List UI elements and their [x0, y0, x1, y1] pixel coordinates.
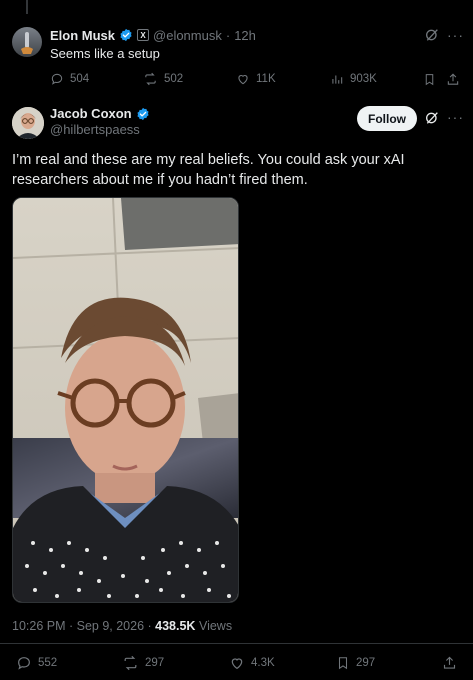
reply-button[interactable]: 552 [16, 655, 57, 671]
comment-icon [18, 657, 30, 670]
verified-badge-icon [120, 28, 132, 42]
avatar-elon[interactable] [12, 27, 42, 57]
views-button[interactable]: 903K [330, 72, 377, 86]
like-button[interactable]: 11K [236, 72, 276, 86]
more-options-icon[interactable]: ··· [447, 27, 464, 43]
repost-count: 297 [145, 657, 165, 669]
repost-button[interactable]: 297 [122, 655, 164, 671]
heart-icon [231, 658, 243, 670]
repost-icon [124, 655, 137, 671]
main-handle[interactable]: @hilbertspaess [50, 122, 140, 137]
bookmark-icon [338, 657, 348, 670]
reply-author-name[interactable]: Elon Musk [50, 28, 115, 43]
bookmark-count: 297 [356, 657, 376, 669]
views-total: 438.5K [155, 619, 196, 633]
bookmark-icon[interactable] [423, 72, 436, 92]
reply-time[interactable]: 12h [234, 28, 256, 43]
grok-icon[interactable] [424, 27, 440, 48]
grok-icon[interactable] [424, 110, 440, 131]
reply-handle[interactable]: @elonmusk [153, 28, 222, 43]
like-count: 11K [256, 73, 276, 85]
bookmark-button[interactable]: 297 [336, 655, 375, 671]
x-affiliate-badge-icon: X [137, 29, 150, 41]
reply-count: 552 [38, 657, 58, 669]
main-author-name[interactable]: Jacob Coxon [50, 106, 132, 121]
repost-icon [145, 72, 156, 86]
repost-button[interactable]: 502 [143, 72, 183, 86]
main-tweet-text: I’m real and these are my real beliefs. … [12, 152, 405, 188]
rocket-avatar-icon [21, 32, 33, 54]
share-icon[interactable] [446, 72, 460, 92]
selfie-image [13, 198, 238, 602]
reply-separator: · [225, 27, 231, 43]
tweet-photo[interactable] [12, 197, 239, 603]
stats-divider [0, 643, 473, 644]
main-header: Jacob Coxon [50, 106, 150, 121]
reply-text: Seems like a setup [50, 46, 160, 61]
analytics-icon [332, 75, 343, 84]
comment-icon [51, 73, 63, 85]
reply-button[interactable]: 504 [50, 72, 89, 86]
like-button[interactable]: 4.3K [229, 655, 275, 671]
heart-icon [238, 75, 248, 85]
reply-count: 504 [70, 73, 90, 85]
share-icon [443, 656, 456, 669]
views-count: 903K [350, 73, 377, 85]
like-count: 4.3K [251, 657, 275, 669]
verified-badge-icon [137, 107, 149, 120]
person-avatar-icon [12, 107, 44, 139]
reply-header: Elon Musk X @elonmusk · 12h [50, 27, 256, 43]
follow-button[interactable]: Follow [357, 106, 417, 131]
repost-count: 502 [164, 73, 184, 85]
thread-connector [26, 0, 28, 14]
views-label: Views [198, 619, 233, 633]
more-options-icon[interactable]: ··· [447, 109, 464, 125]
share-button[interactable] [442, 655, 457, 671]
tweet-meta: 10:26 PM · Sep 9, 2026 · 438.5K Views [12, 619, 232, 633]
timestamp[interactable]: 10:26 PM · Sep 9, 2026 · [12, 619, 152, 633]
avatar-jacob[interactable] [12, 107, 44, 139]
